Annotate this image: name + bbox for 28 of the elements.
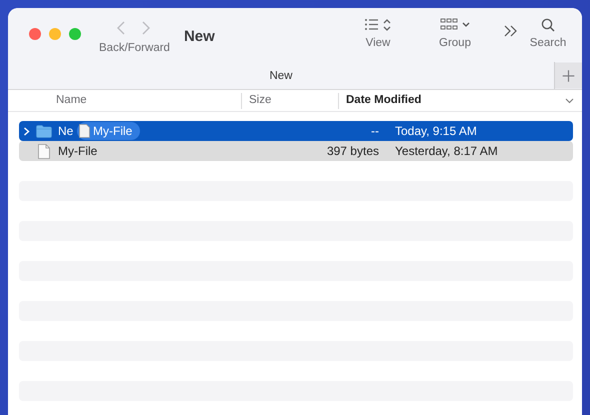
document-icon	[38, 144, 50, 158]
file-row[interactable]: My-File 397 bytes Yesterday, 8:17 AM	[19, 141, 573, 161]
file-size: --	[370, 123, 380, 140]
file-name: Ne	[58, 123, 74, 140]
column-header[interactable]: Size	[249, 92, 272, 110]
search-icon[interactable]	[541, 18, 555, 32]
file-row[interactable]: Ne My-File -- Today, 9:15 AM	[19, 121, 573, 141]
group-grid-icon[interactable]	[440, 18, 470, 32]
search-label: Search	[530, 38, 566, 50]
drag-label: My-File	[93, 123, 132, 140]
folder-icon	[36, 124, 52, 138]
close-button[interactable]	[29, 28, 41, 40]
disclosure-chevron-icon[interactable]	[22, 126, 30, 136]
column-header[interactable]: Date Modified	[346, 92, 422, 110]
chevrons-icon[interactable]	[504, 25, 518, 37]
date-modified: Today, 9:15 AM	[394, 123, 478, 140]
view-label: View	[366, 38, 390, 50]
document-icon	[79, 124, 90, 138]
file-name: My-File	[58, 143, 98, 160]
date-modified: Yesterday, 8:17 AM	[394, 143, 499, 160]
add-tab-button[interactable]	[554, 62, 582, 89]
column-header[interactable]: Name	[56, 92, 87, 110]
window-title: New	[184, 27, 215, 47]
sort-chevron-icon[interactable]	[565, 98, 574, 104]
view-list-icon[interactable]	[364, 18, 392, 32]
group-label: Group	[439, 38, 471, 50]
back-forward-label: Back/Forward	[99, 43, 170, 54]
file-size: 397 bytes	[326, 143, 380, 160]
